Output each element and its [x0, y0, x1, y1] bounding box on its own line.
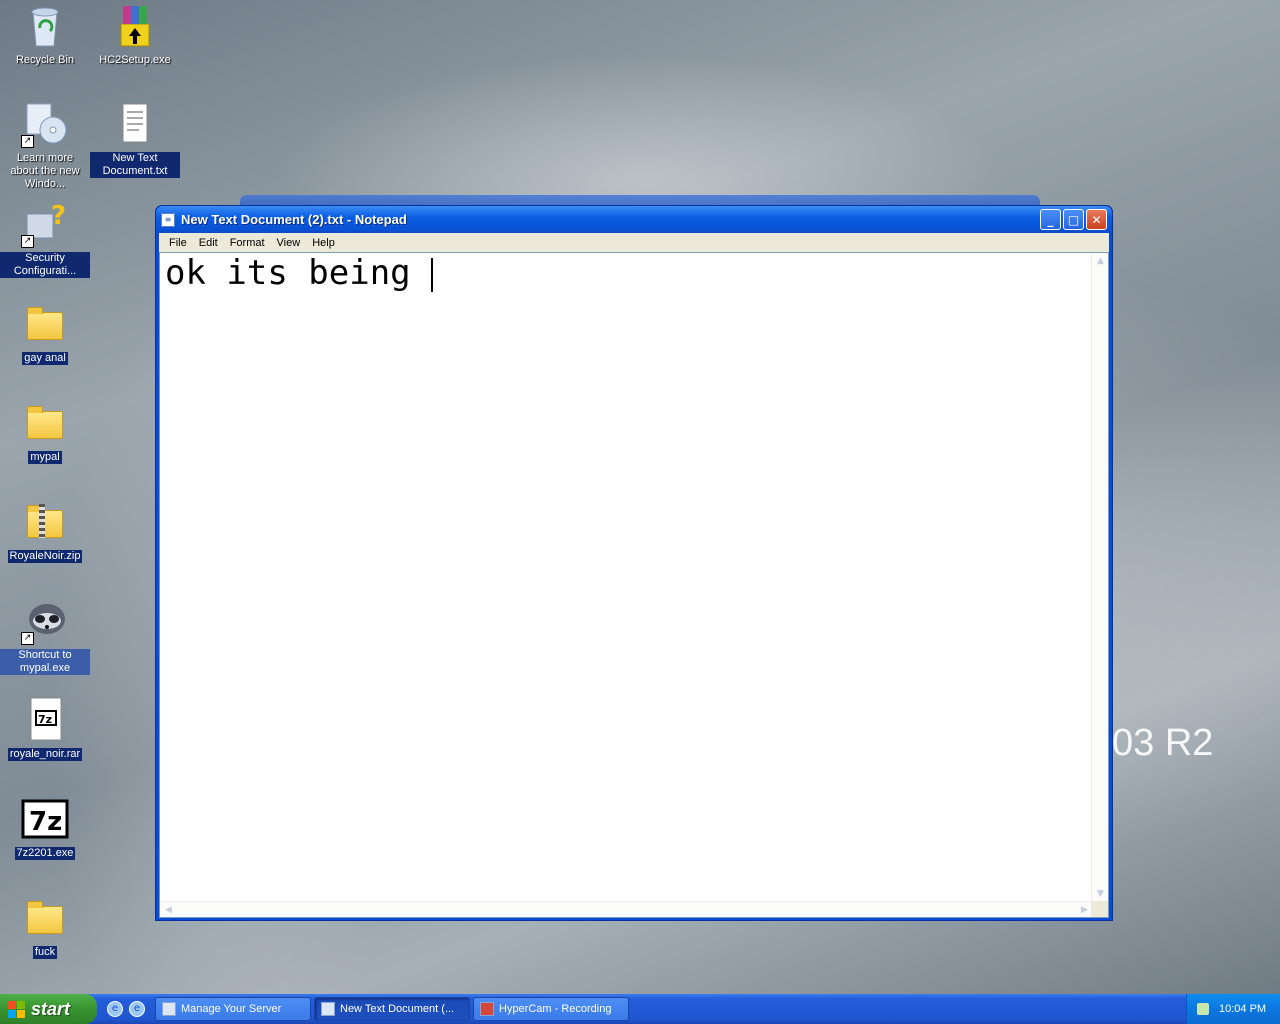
menu-view[interactable]: View [271, 237, 307, 249]
text-document-icon [111, 100, 159, 148]
menu-file[interactable]: File [163, 237, 193, 249]
minimize-button[interactable]: _ [1040, 209, 1061, 230]
browser-icon[interactable]: e [129, 1001, 145, 1017]
desktop-icon-new-text-document[interactable]: New Text Document.txt [90, 100, 180, 178]
clock[interactable]: 10:04 PM [1219, 1003, 1266, 1015]
desktop-icon-royale-noir-rar[interactable]: 7z royale_noir.rar [0, 696, 90, 761]
text-caret [431, 257, 434, 292]
recycle-bin-icon [21, 2, 69, 50]
notepad-titlebar[interactable]: ≡ New Text Document (2).txt - Notepad _ … [156, 206, 1112, 233]
shortcut-arrow-icon: ↗ [21, 632, 34, 645]
notepad-app-icon[interactable]: ≡ [161, 212, 175, 227]
folder-icon [21, 300, 69, 348]
task-label: New Text Document (... [340, 1003, 455, 1015]
menu-help[interactable]: Help [306, 237, 341, 249]
desktop-icon-label: New Text Document.txt [90, 152, 180, 178]
quick-launch: e e [97, 1001, 155, 1017]
desktop-icon-label: Learn more about the new Windo... [10, 152, 80, 190]
menu-format[interactable]: Format [224, 237, 271, 249]
taskbar: start e e Manage Your Server New Text Do… [0, 994, 1280, 1024]
desktop-icon-label: Security Configurati... [0, 252, 90, 278]
server-icon [162, 1002, 176, 1016]
notepad-icon [321, 1002, 335, 1016]
shortcut-arrow-icon: ↗ [21, 135, 34, 148]
shortcut-arrow-icon: ↗ [21, 235, 34, 248]
desktop-icon-learn-more[interactable]: ↗ Learn more about the new Windo... [0, 100, 90, 191]
desktop-icon-label: Shortcut to mypal.exe [0, 649, 90, 675]
desktop-icon-folder-mypal[interactable]: mypal [0, 399, 90, 464]
start-label: start [31, 998, 71, 1019]
editor-content: ok its being [165, 253, 432, 293]
desktop-icon-label: HC2Setup.exe [99, 54, 171, 66]
scroll-left-icon[interactable]: ◀ [160, 902, 177, 919]
desktop-icon-label: RoyaleNoir.zip [7, 550, 83, 563]
sevenzip-archive-icon: 7z [21, 696, 69, 744]
installer-package-icon [111, 2, 159, 50]
task-label: HyperCam - Recording [499, 1003, 612, 1015]
desktop-icon-label: gay anal [22, 352, 68, 365]
desktop-icon-label: Recycle Bin [15, 54, 75, 66]
svg-text:?: ? [51, 201, 66, 231]
windows-cd-icon: ↗ [21, 100, 69, 148]
notepad-window[interactable]: ≡ New Text Document (2).txt - Notepad _ … [155, 205, 1113, 921]
internet-explorer-icon[interactable]: e [107, 1001, 123, 1017]
sevenzip-logo-text: 7z [29, 807, 62, 837]
sevenzip-installer-icon: 7z [21, 795, 69, 843]
raccoon-app-icon: ↗ [21, 597, 69, 645]
desktop-icon-label: 7z2201.exe [14, 847, 76, 860]
desktop-icon-label: mypal [28, 451, 62, 464]
hypercam-icon [480, 1002, 494, 1016]
scroll-up-icon[interactable]: ▲ [1092, 253, 1109, 270]
desktop-icon-label: royale_noir.rar [7, 748, 83, 761]
desktop-icon-security-configuration[interactable]: ? ↗ Security Configurati... [0, 200, 90, 278]
desktop-icon-folder-fuck[interactable]: fuck [0, 894, 90, 959]
task-label: Manage Your Server [181, 1003, 282, 1015]
desktop-icon-hc2setup[interactable]: HC2Setup.exe [90, 2, 180, 67]
close-button[interactable]: ✕ [1086, 209, 1107, 230]
desktop-watermark-text: 03 R2 [1112, 722, 1214, 764]
horizontal-scrollbar[interactable]: ◀ ▶ [160, 901, 1093, 917]
menu-bar: File Edit Format View Help [159, 233, 1109, 252]
menu-edit[interactable]: Edit [193, 237, 224, 249]
text-editor-area[interactable]: ok its being ▲ ▼ ◀ ▶ [159, 252, 1109, 918]
editor-text[interactable]: ok its being [165, 253, 434, 293]
desktop-icon-recycle-bin[interactable]: Recycle Bin [0, 2, 90, 67]
windows-logo-icon [8, 1000, 25, 1018]
desktop-icon-shortcut-mypal[interactable]: ↗ Shortcut to mypal.exe [0, 597, 90, 675]
start-button[interactable]: start [0, 994, 97, 1024]
window-title: New Text Document (2).txt - Notepad [181, 212, 407, 227]
network-tray-icon[interactable] [1197, 1003, 1209, 1015]
desktop-icon-label: fuck [32, 946, 58, 959]
maximize-button[interactable]: □ [1063, 209, 1084, 230]
folder-icon [21, 399, 69, 447]
zip-folder-icon [21, 498, 69, 546]
vertical-scrollbar[interactable]: ▲ ▼ [1091, 253, 1108, 903]
system-tray: 10:04 PM [1186, 994, 1280, 1024]
task-button-hypercam[interactable]: HyperCam - Recording [473, 997, 629, 1021]
resize-grip[interactable] [1091, 901, 1108, 917]
desktop-icon-royalenoir-zip[interactable]: RoyaleNoir.zip [0, 498, 90, 563]
sevenzip-logo-text: 7z [38, 713, 52, 726]
security-wizard-icon: ? ↗ [21, 200, 69, 248]
desktop-icon-7z2201-exe[interactable]: 7z 7z2201.exe [0, 795, 90, 860]
desktop-icon-folder-gay-anal[interactable]: gay anal [0, 300, 90, 365]
task-button-manage-server[interactable]: Manage Your Server [155, 997, 311, 1021]
task-button-notepad[interactable]: New Text Document (... [314, 997, 470, 1021]
folder-icon [21, 894, 69, 942]
